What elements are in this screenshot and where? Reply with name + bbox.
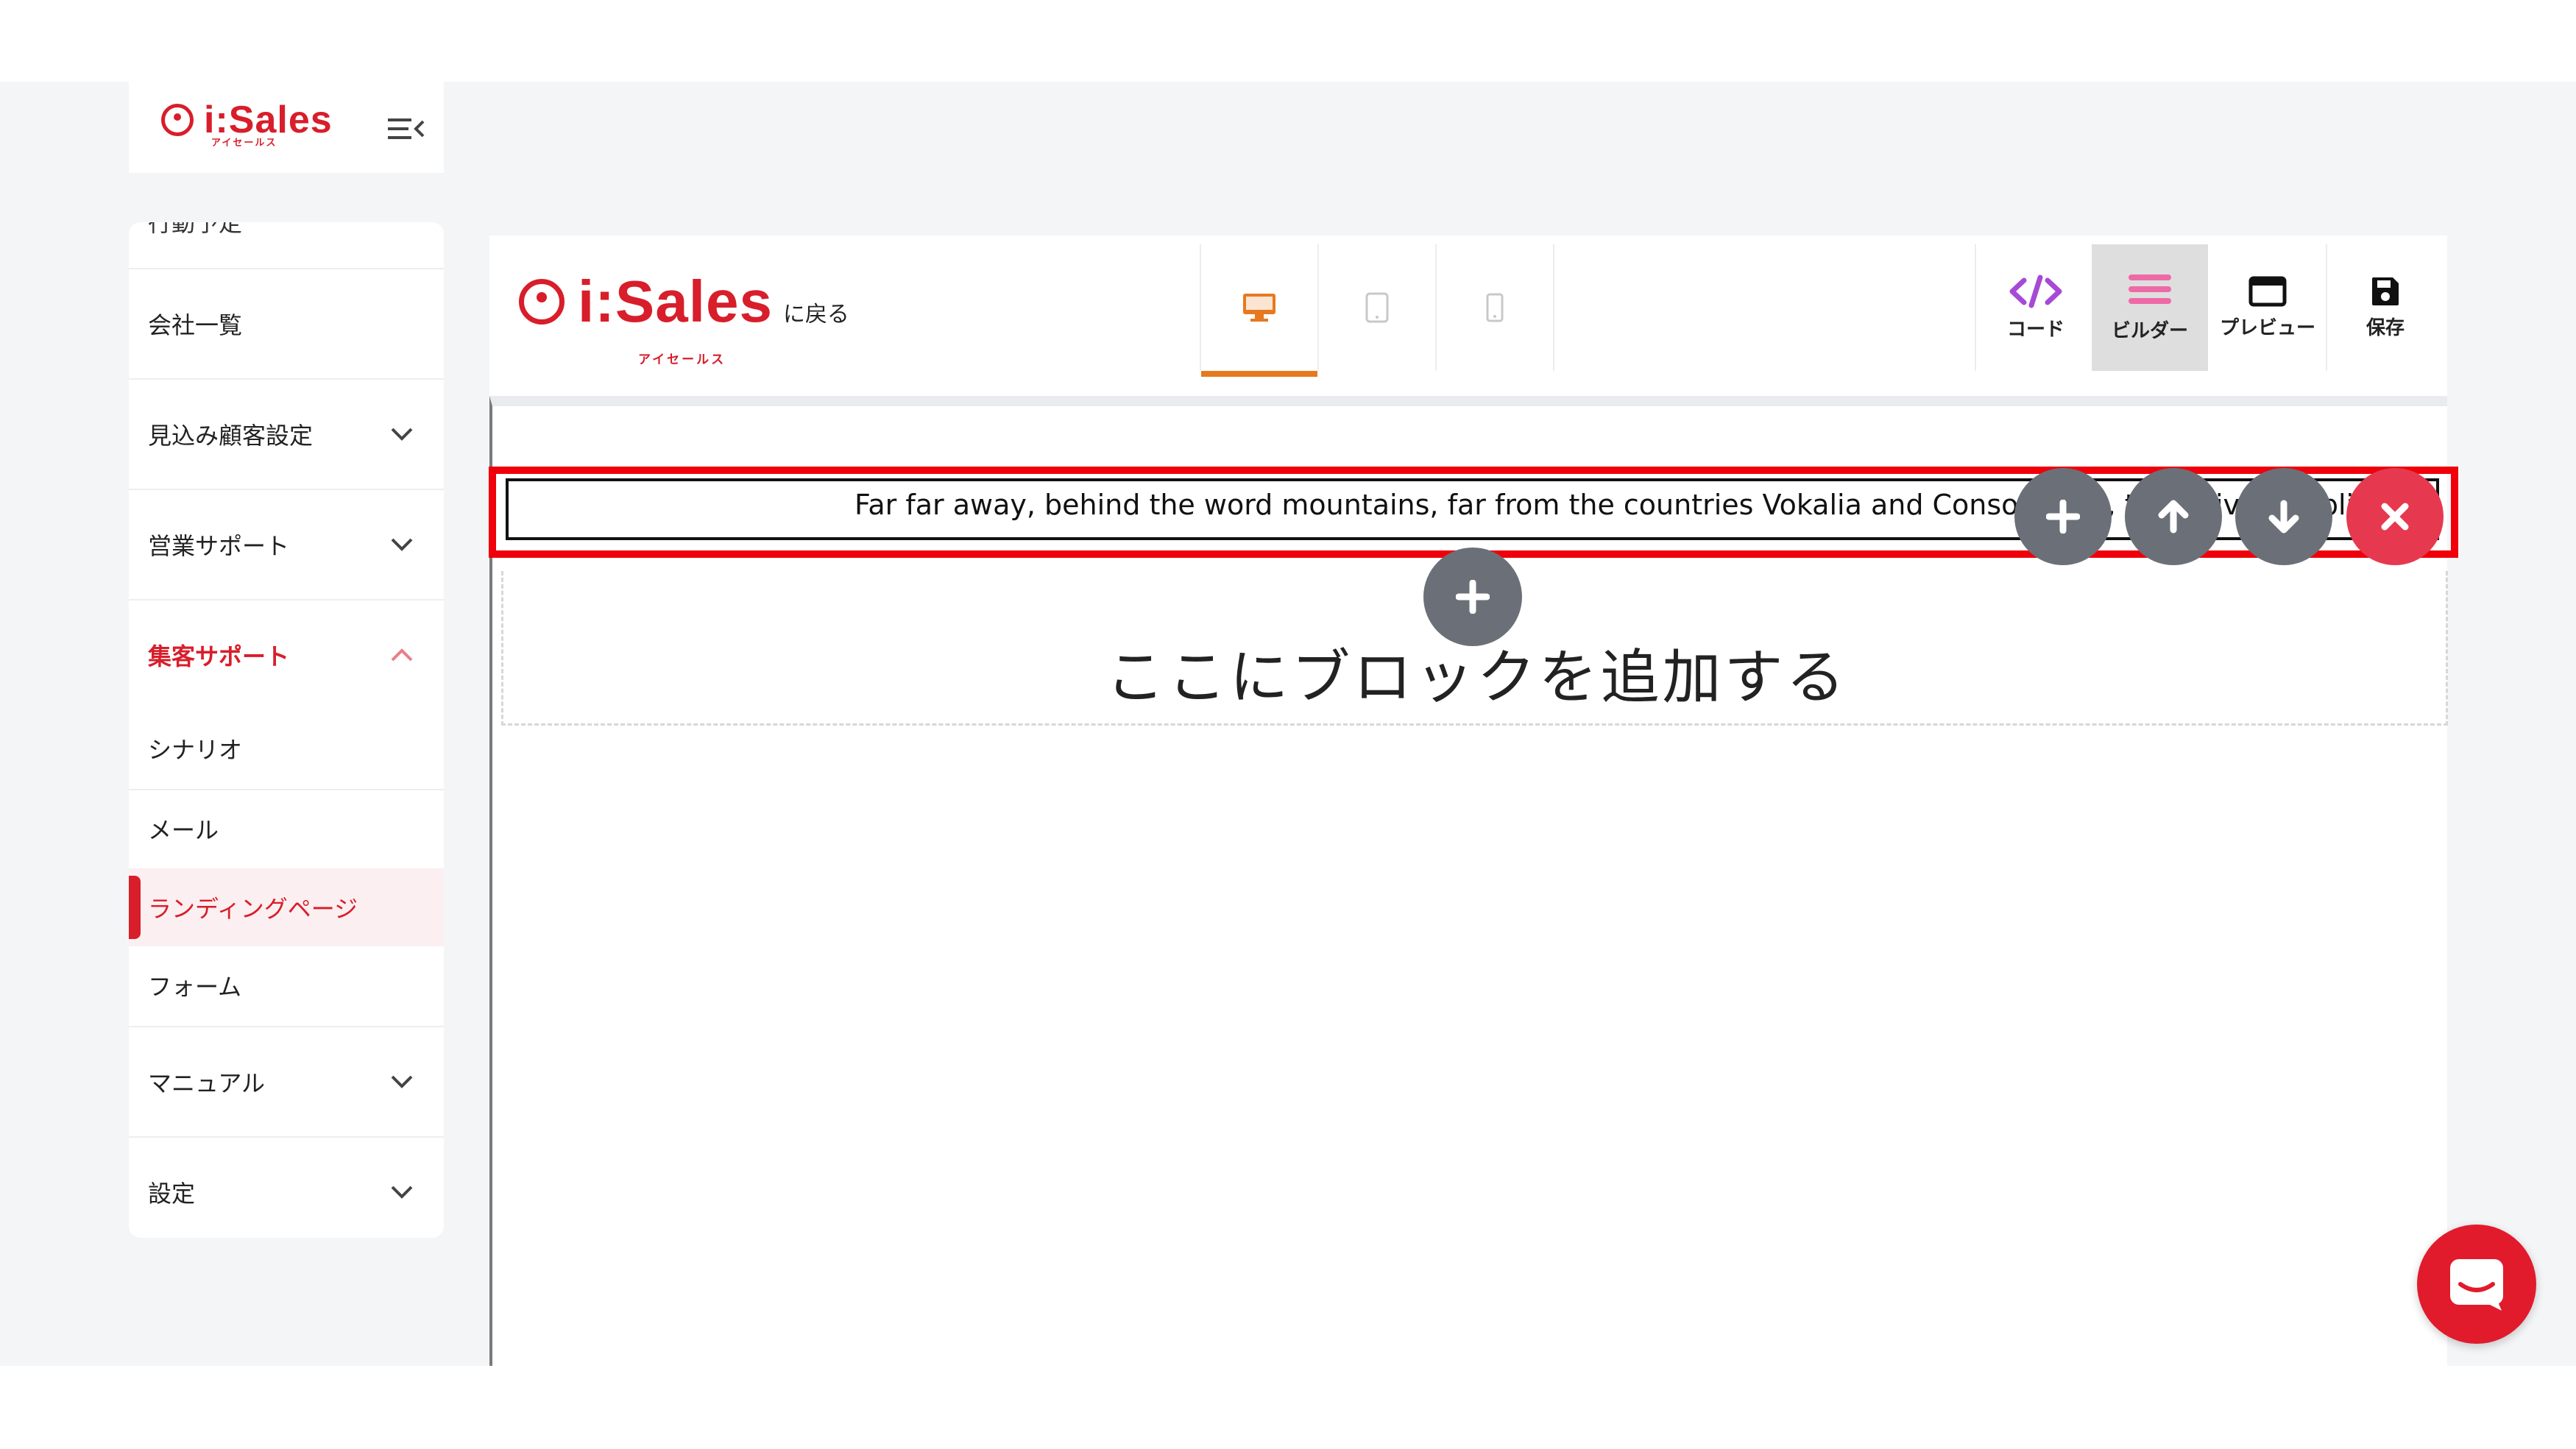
sidebar-item-label: メール xyxy=(148,816,219,844)
add-block-button[interactable] xyxy=(1423,548,1522,646)
builder-button[interactable]: ビルダー xyxy=(2092,244,2208,371)
block-add-button[interactable] xyxy=(2014,468,2112,565)
save-label: 保存 xyxy=(2366,316,2405,339)
sidebar-item-label: 設定 xyxy=(148,1180,196,1208)
desktop-icon xyxy=(1243,294,1275,322)
device-mobile-button[interactable] xyxy=(1435,244,1554,371)
menu-collapse-icon[interactable] xyxy=(386,114,425,144)
chevron-down-icon xyxy=(391,428,413,441)
sidebar-subitem-mail[interactable]: メール xyxy=(129,789,444,867)
sidebar-item-partial[interactable]: 行動予定 xyxy=(148,222,242,238)
brand-sub: アイセールス xyxy=(211,138,277,149)
brand-logo-mark xyxy=(519,279,565,325)
brand-sub: アイセールス xyxy=(638,352,726,367)
sidebar-item-label: 見込み顧客設定 xyxy=(148,422,314,450)
chevron-down-icon xyxy=(391,538,413,551)
arrow-down-icon xyxy=(2268,500,2299,534)
sidebar-item-label: フォーム xyxy=(148,973,242,1001)
brand-logo[interactable]: i:Sales xyxy=(161,101,333,139)
chat-icon xyxy=(2450,1259,2503,1311)
device-tablet-button[interactable] xyxy=(1317,244,1435,371)
chevron-up-icon xyxy=(391,648,413,662)
back-label: に戻る xyxy=(782,302,849,327)
sidebar-menu: 行動予定 会社一覧 見込み顧客設定 営業サポート 集客サポート シナリオ メール… xyxy=(129,222,444,1238)
chat-support-button[interactable] xyxy=(2417,1225,2536,1344)
code-icon xyxy=(2009,274,2062,308)
sidebar-item-sales-support[interactable]: 営業サポート xyxy=(129,489,444,599)
sidebar-item-label: 会社一覧 xyxy=(148,311,243,339)
sidebar-item-manual[interactable]: マニュアル xyxy=(129,1026,444,1136)
sidebar-item-label: シナリオ xyxy=(148,736,243,764)
close-icon xyxy=(2381,503,2409,531)
preview-button[interactable]: プレビュー xyxy=(2209,244,2326,371)
editor-canvas[interactable]: Far far away, behind the word mountains,… xyxy=(489,396,2458,1366)
builder-label: ビルダー xyxy=(2111,319,2188,342)
brand-name: i:Sales xyxy=(204,99,333,141)
builder-icon xyxy=(2129,274,2171,304)
preview-label: プレビュー xyxy=(2219,316,2315,339)
tablet-icon xyxy=(1365,292,1389,323)
block-delete-button[interactable] xyxy=(2346,468,2444,565)
sidebar-item-label: 営業サポート xyxy=(148,532,290,560)
brand-name: i:Sales xyxy=(578,269,773,334)
page-editor: i:Sales に戻る アイセールス コード ビルダー プレビュー 保存 Far… xyxy=(489,235,2458,1366)
sidebar-header: i:Sales アイセールス xyxy=(129,82,444,173)
mobile-icon xyxy=(1486,293,1504,322)
code-button[interactable]: コード xyxy=(1978,244,2094,371)
toolbar-divider xyxy=(1975,244,1976,371)
sidebar-item-label: ランディングページ xyxy=(148,895,358,923)
arrow-up-icon xyxy=(2158,500,2189,534)
brand-logo-mark xyxy=(161,104,194,136)
sidebar-item-prospect-settings[interactable]: 見込み顧客設定 xyxy=(129,378,444,489)
sidebar-subitem-landing-page[interactable]: ランディングページ xyxy=(129,868,444,946)
sidebar-subitem-scenario[interactable]: シナリオ xyxy=(129,709,444,787)
save-icon xyxy=(2372,277,2399,305)
code-label: コード xyxy=(2006,318,2064,341)
chevron-down-icon xyxy=(391,1186,413,1199)
editor-toolbar: i:Sales に戻る アイセールス コード ビルダー プレビュー 保存 xyxy=(489,235,2447,396)
chevron-down-icon xyxy=(391,1075,413,1088)
preview-icon xyxy=(2248,276,2287,306)
plus-icon xyxy=(2046,500,2080,534)
block-move-down-button[interactable] xyxy=(2235,468,2332,565)
device-desktop-button[interactable] xyxy=(1200,244,1317,377)
plus-icon xyxy=(1456,580,1490,614)
sidebar-subitem-form[interactable]: フォーム xyxy=(129,946,444,1024)
sidebar-item-companies[interactable]: 会社一覧 xyxy=(129,268,444,378)
sidebar-item-settings[interactable]: 設定 xyxy=(129,1136,444,1238)
sidebar-item-label: マニュアル xyxy=(148,1069,266,1097)
back-to-isales-link[interactable]: i:Sales に戻る アイセールス xyxy=(519,269,849,367)
sidebar-item-marketing-support[interactable]: 集客サポート xyxy=(129,599,444,709)
save-button[interactable]: 保存 xyxy=(2327,244,2444,371)
block-move-up-button[interactable] xyxy=(2125,468,2222,565)
sidebar-item-label: 集客サポート xyxy=(148,642,290,670)
